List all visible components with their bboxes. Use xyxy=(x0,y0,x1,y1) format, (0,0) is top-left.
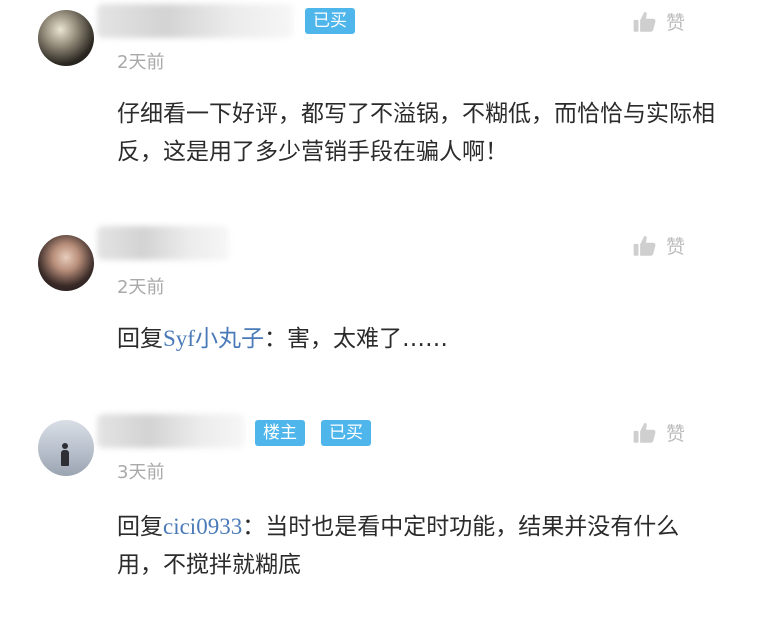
thumbs-up-icon xyxy=(633,11,656,32)
bought-badge: 已买 xyxy=(305,8,355,34)
thumbs-up-icon xyxy=(633,422,656,443)
avatar[interactable] xyxy=(38,235,94,291)
bought-badge: 已买 xyxy=(321,420,371,446)
avatar[interactable] xyxy=(38,10,94,66)
like-label: 赞 xyxy=(666,236,686,258)
like-button[interactable]: 赞 xyxy=(632,8,685,35)
like-button[interactable]: 赞 xyxy=(632,232,685,259)
reply-separator: ： xyxy=(263,326,287,352)
reply-to-user-link[interactable]: Syf小丸子 xyxy=(163,326,264,351)
comment-text: 回复Syf小丸子：害，太难了…… xyxy=(117,320,717,358)
username-blurred[interactable] xyxy=(97,4,293,38)
reply-prefix: 回复 xyxy=(117,326,163,352)
avatar[interactable] xyxy=(38,420,94,476)
reply-to-user-link[interactable]: cici0933 xyxy=(163,514,242,539)
avatar-figure xyxy=(61,443,69,466)
comment-text: 回复cici0933：当时也是看中定时功能，结果并没有什么用，不搅拌就糊底 xyxy=(117,508,697,584)
reply-separator: ： xyxy=(242,514,266,540)
thumbs-up-icon xyxy=(633,235,656,256)
like-label: 赞 xyxy=(666,423,686,445)
like-label: 赞 xyxy=(666,12,686,34)
comment-time: 2天前 xyxy=(117,277,165,298)
comment-time: 3天前 xyxy=(117,462,165,483)
reply-text: 害，太难了…… xyxy=(286,326,448,352)
reply-prefix: 回复 xyxy=(117,514,163,540)
username-blurred[interactable] xyxy=(97,226,229,260)
like-button[interactable]: 赞 xyxy=(632,419,685,446)
comment-text: 仔细看一下好评，都写了不溢锅，不糊低，而恰恰与实际相反，这是用了多少营销手段在骗… xyxy=(117,101,715,165)
username-blurred[interactable] xyxy=(97,414,245,448)
comment-time: 2天前 xyxy=(117,52,165,73)
owner-badge: 楼主 xyxy=(255,420,305,446)
